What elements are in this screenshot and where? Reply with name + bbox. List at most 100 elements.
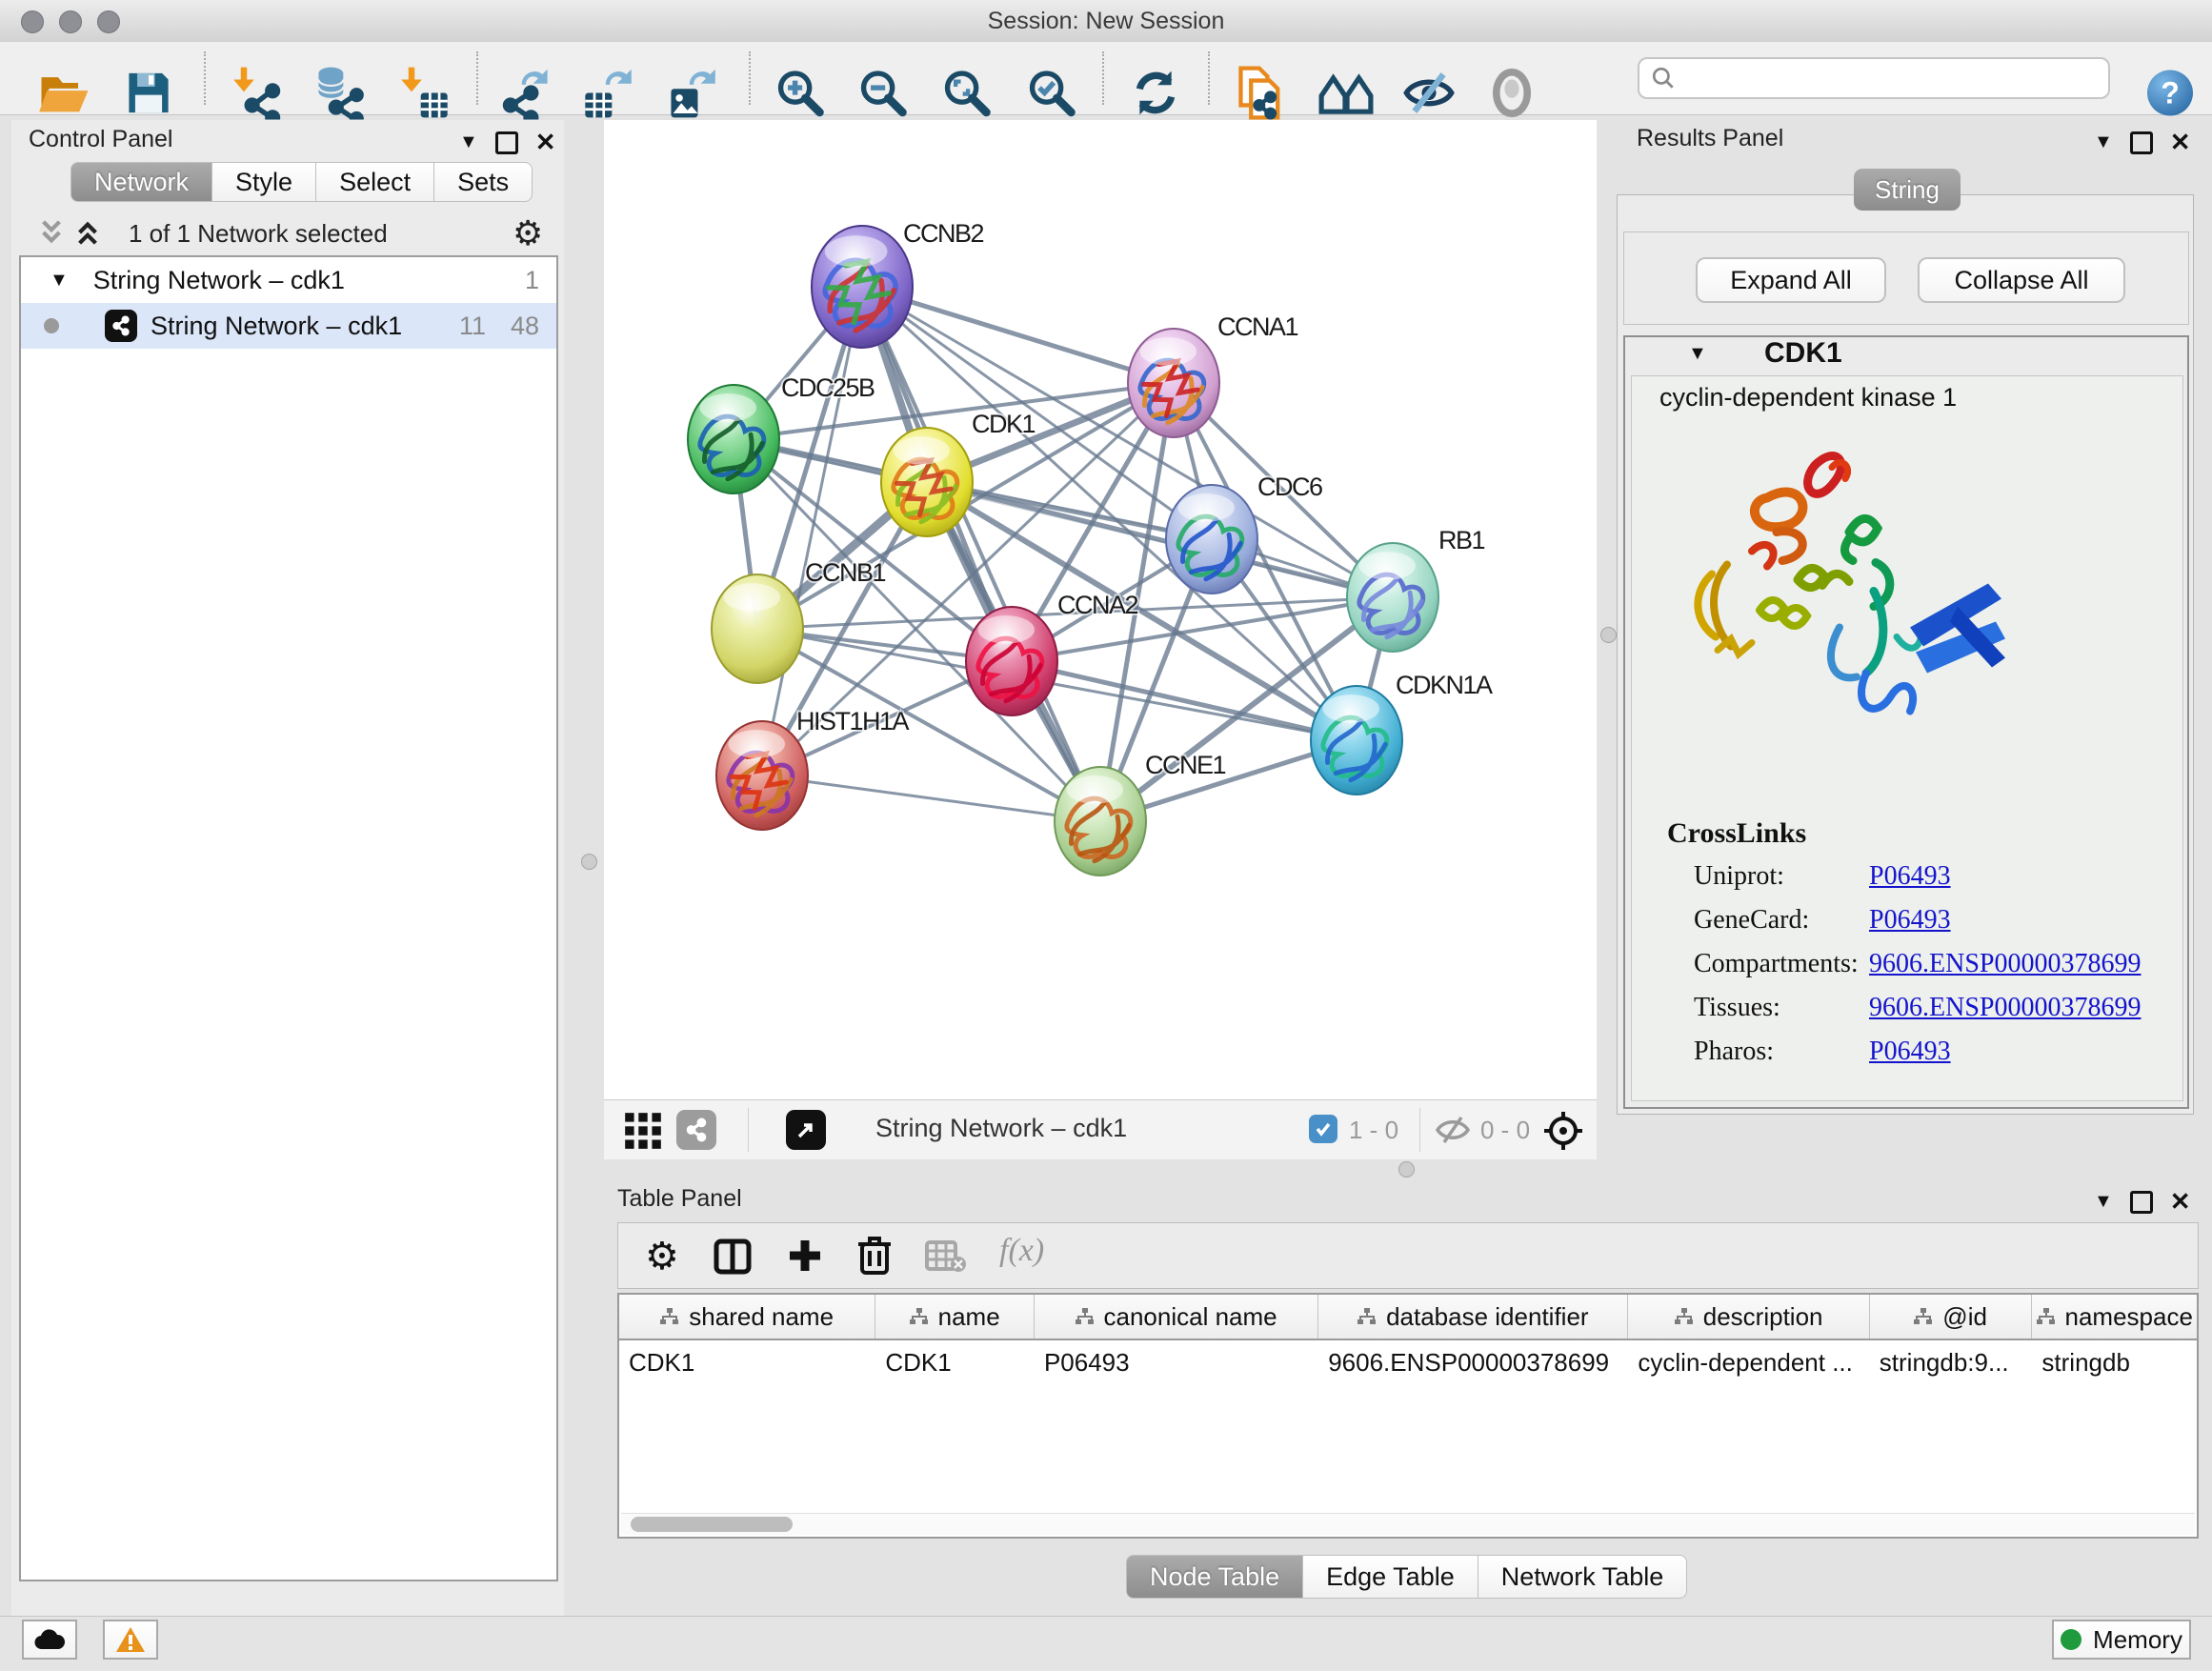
network-options-gear-icon[interactable]: ⚙ bbox=[513, 213, 543, 253]
expand-all-chevrons-icon[interactable] bbox=[38, 219, 65, 246]
memory-button[interactable]: Memory bbox=[2052, 1620, 2191, 1660]
zoom-in-button[interactable] bbox=[774, 67, 827, 125]
column-header[interactable]: database identifier bbox=[1318, 1295, 1628, 1339]
tab-select[interactable]: Select bbox=[316, 162, 434, 202]
network-node-CCNA2[interactable] bbox=[966, 607, 1057, 715]
tab-node-table[interactable]: Node Table bbox=[1126, 1555, 1303, 1599]
graphics-details-eye-icon[interactable] bbox=[1488, 69, 1536, 123]
export-network-button[interactable] bbox=[499, 67, 553, 125]
column-header[interactable]: description bbox=[1628, 1295, 1869, 1339]
cell-shared-name[interactable]: CDK1 bbox=[619, 1340, 875, 1386]
gene-section-expander-icon[interactable]: ▼ bbox=[1688, 343, 1707, 365]
birdseye-crosshair-icon[interactable] bbox=[1542, 1110, 1584, 1152]
network-collection-row[interactable]: ▼ String Network – cdk1 1 bbox=[21, 257, 556, 303]
cell-namespace[interactable]: stringdb bbox=[2032, 1340, 2197, 1386]
network-node-CCNE1[interactable] bbox=[1055, 767, 1146, 876]
crosslink-link[interactable]: P06493 bbox=[1869, 861, 1951, 892]
network-node-CCNA1[interactable] bbox=[1128, 329, 1219, 437]
results-panel-close-icon[interactable]: ✕ bbox=[2170, 128, 2191, 157]
import-network-from-database-button[interactable] bbox=[312, 67, 366, 125]
table-row[interactable]: CDK1 CDK1 P06493 9606.ENSP00000378699 cy… bbox=[619, 1340, 2197, 1386]
help-button[interactable]: ? bbox=[2145, 69, 2195, 123]
right-splitter-handle[interactable] bbox=[1600, 627, 1617, 643]
tab-network-table[interactable]: Network Table bbox=[1478, 1555, 1688, 1599]
network-node-CDKN1A[interactable] bbox=[1311, 686, 1402, 795]
tab-style[interactable]: Style bbox=[212, 162, 316, 202]
create-column-plus-icon[interactable] bbox=[786, 1237, 824, 1275]
tab-string[interactable]: String bbox=[1854, 169, 1961, 211]
column-header[interactable]: @id bbox=[1870, 1295, 2033, 1339]
network-node-CDC25B[interactable] bbox=[688, 385, 779, 493]
scrollbar-thumb[interactable] bbox=[631, 1517, 793, 1532]
control-panel-float-icon[interactable] bbox=[495, 131, 518, 154]
network-node-HIST1H1A[interactable] bbox=[716, 721, 808, 830]
cell-description[interactable]: cyclin-dependent ... bbox=[1628, 1340, 1869, 1386]
cell-canonical-name[interactable]: P06493 bbox=[1035, 1340, 1318, 1386]
column-header[interactable]: shared name bbox=[619, 1295, 875, 1339]
network-row-selected[interactable]: String Network – cdk1 11 48 bbox=[21, 303, 556, 349]
cloud-button[interactable] bbox=[22, 1620, 77, 1660]
import-network-button[interactable] bbox=[231, 67, 284, 125]
column-header[interactable]: canonical name bbox=[1035, 1295, 1318, 1339]
export-table-button[interactable] bbox=[581, 67, 634, 125]
node-table[interactable]: shared name name canonical name database… bbox=[617, 1293, 2199, 1539]
search-input[interactable] bbox=[1676, 64, 2089, 92]
table-settings-gear-icon[interactable]: ⚙ bbox=[645, 1235, 679, 1278]
network-node-CDC6[interactable] bbox=[1166, 485, 1257, 594]
table-panel-menu-icon[interactable]: ▼ bbox=[2094, 1191, 2113, 1213]
network-graph[interactable]: CCNB2CCNA1CDC25BCDK1CDC6RB1CCNB1CCNA2CDK… bbox=[604, 120, 1597, 1099]
cell-name[interactable]: CDK1 bbox=[875, 1340, 1035, 1386]
network-node-CCNB2[interactable] bbox=[812, 226, 913, 348]
save-session-button[interactable] bbox=[124, 69, 173, 123]
collapse-all-button[interactable]: Collapse All bbox=[1918, 257, 2125, 303]
zoom-selected-button[interactable] bbox=[1025, 67, 1078, 125]
network-node-CCNB1[interactable] bbox=[712, 574, 803, 683]
selected-checkbox-icon[interactable] bbox=[1309, 1115, 1337, 1143]
hide-eye-icon[interactable] bbox=[1402, 69, 1456, 123]
string-view-icon[interactable] bbox=[676, 1110, 716, 1150]
open-session-button[interactable] bbox=[38, 69, 91, 123]
zoom-out-button[interactable] bbox=[856, 67, 910, 125]
network-canvas[interactable]: CCNB2CCNA1CDC25BCDK1CDC6RB1CCNB1CCNA2CDK… bbox=[604, 120, 1597, 1099]
open-in-browser-icon[interactable] bbox=[786, 1110, 826, 1150]
control-panel-close-icon[interactable]: ✕ bbox=[535, 128, 556, 157]
results-panel-menu-icon[interactable]: ▼ bbox=[2094, 131, 2113, 153]
control-panel-menu-icon[interactable]: ▼ bbox=[459, 131, 478, 153]
minimize-window-icon[interactable] bbox=[59, 10, 82, 33]
horizontal-splitter-handle[interactable] bbox=[1398, 1161, 1415, 1178]
houses-button[interactable] bbox=[1318, 70, 1374, 122]
expand-all-button[interactable]: Expand All bbox=[1696, 257, 1886, 303]
tab-network[interactable]: Network bbox=[70, 162, 212, 202]
collapse-all-chevrons-icon[interactable] bbox=[74, 219, 101, 246]
crosslink-link[interactable]: 9606.ENSP00000378699 bbox=[1869, 949, 2141, 979]
crosslink-link[interactable]: 9606.ENSP00000378699 bbox=[1869, 993, 2141, 1023]
table-panel-float-icon[interactable] bbox=[2130, 1191, 2153, 1214]
export-image-button[interactable] bbox=[665, 67, 718, 125]
import-table-button[interactable] bbox=[398, 67, 452, 125]
show-columns-icon[interactable] bbox=[714, 1238, 752, 1275]
network-node-CDK1[interactable] bbox=[881, 428, 973, 536]
warning-button[interactable] bbox=[103, 1620, 158, 1660]
crosslink-link[interactable]: P06493 bbox=[1869, 1037, 1951, 1067]
search-field[interactable] bbox=[1638, 57, 2110, 99]
column-header[interactable]: name bbox=[875, 1295, 1035, 1339]
close-window-icon[interactable] bbox=[21, 10, 44, 33]
collection-expander-icon[interactable]: ▼ bbox=[50, 270, 69, 292]
column-header[interactable]: namespace bbox=[2032, 1295, 2197, 1339]
table-horizontal-scrollbar[interactable] bbox=[621, 1513, 2195, 1535]
tab-edge-table[interactable]: Edge Table bbox=[1303, 1555, 1478, 1599]
table-panel-close-icon[interactable]: ✕ bbox=[2170, 1187, 2191, 1217]
refresh-button[interactable] bbox=[1130, 68, 1181, 124]
zoom-fit-button[interactable] bbox=[940, 67, 994, 125]
tab-sets[interactable]: Sets bbox=[434, 162, 533, 202]
maximize-window-icon[interactable] bbox=[97, 10, 120, 33]
crosslink-link[interactable]: P06493 bbox=[1869, 905, 1951, 936]
network-node-RB1[interactable] bbox=[1347, 543, 1438, 652]
duplicate-network-button[interactable] bbox=[1235, 67, 1288, 125]
results-panel-float-icon[interactable] bbox=[2130, 131, 2153, 154]
hidden-eye-icon[interactable] bbox=[1435, 1116, 1471, 1144]
cell-id[interactable]: stringdb:9... bbox=[1870, 1340, 2033, 1386]
delete-column-trash-icon[interactable] bbox=[856, 1235, 893, 1277]
grid-view-icon[interactable] bbox=[624, 1112, 662, 1150]
cell-database-identifier[interactable]: 9606.ENSP00000378699 bbox=[1318, 1340, 1628, 1386]
